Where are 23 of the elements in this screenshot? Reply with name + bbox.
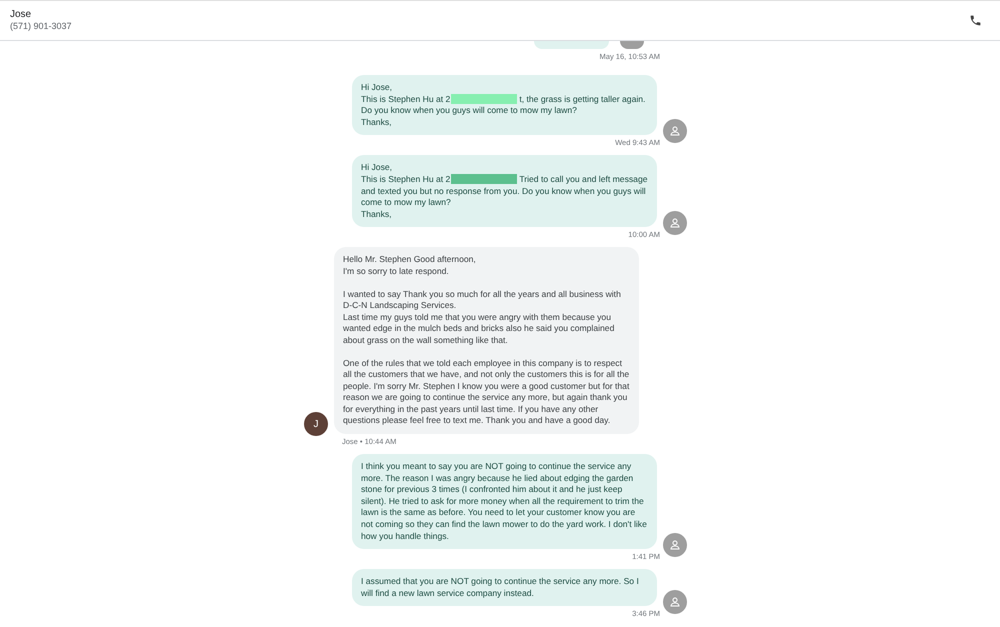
message-text: This is Stephen Hu at 2 Tried to call you and left message and texted you but no response from you. Do you know when you guys will come to mow my lawn? <box>361 174 648 209</box>
person-icon <box>669 125 681 138</box>
message-text: Thanks, <box>361 208 393 220</box>
message-text: One of the rules that we told each employee in this company is to respect all the customers that we have, and not only the customers this is for all the people. I'm sorry Mr. Stephen I know you were a good customer but for that reason we are going to continue the service any more, but again thank you for everything in the past years until last time. If you have any other questions please feel free to text me. Thank you and have a good day. <box>343 358 630 428</box>
avatar: J <box>304 412 328 436</box>
phone-icon[interactable] <box>969 14 982 27</box>
message-text: This is Stephen Hu at 2 t, the grass is getting taller again. <box>361 94 646 106</box>
person-icon <box>669 596 681 608</box>
message-text: Do you know when you guys will come to mow my lawn? <box>361 105 578 117</box>
message-text: Hi Jose, <box>361 82 394 94</box>
message-text: Thanks, <box>361 116 393 128</box>
person-icon <box>669 217 681 230</box>
message-text: Last time my guys told me that you were angry with them because you wanted edge in the mulch beds and bricks also he said you complained about grass on the wall something like that. <box>343 312 616 346</box>
contact-phone: (571) 901-3037 <box>10 21 72 32</box>
person-icon <box>669 539 681 552</box>
message-text: I assumed that you are NOT going to continue the service any more. So I will find a new lawn service company instead. <box>361 576 640 600</box>
message-text: Hi Jose, <box>361 162 394 174</box>
message-text: Hello Mr. Stephen Good afternoon, <box>343 254 477 266</box>
avatar <box>620 41 644 49</box>
message-text: I think you meant to say you are NOT going to continue the service any more. The reason I was angry because he lied about edging the garden stone for previous 3 times (I confronted him about it and he just keep silent). He tried to ask for more money when all the requirement to trim the lawn is the same as before. You need to let your customer know you are not coming so they can find the lawn mower to do the yard work. I don't like how you handle things. <box>361 461 648 542</box>
contact-name: Jose <box>10 9 32 21</box>
message-text: I wanted to say Thank you so much for all the years and all business with D-C-N Landscaping Services. <box>343 288 622 312</box>
message-text: I'm so sorry to late respond. <box>343 266 450 278</box>
